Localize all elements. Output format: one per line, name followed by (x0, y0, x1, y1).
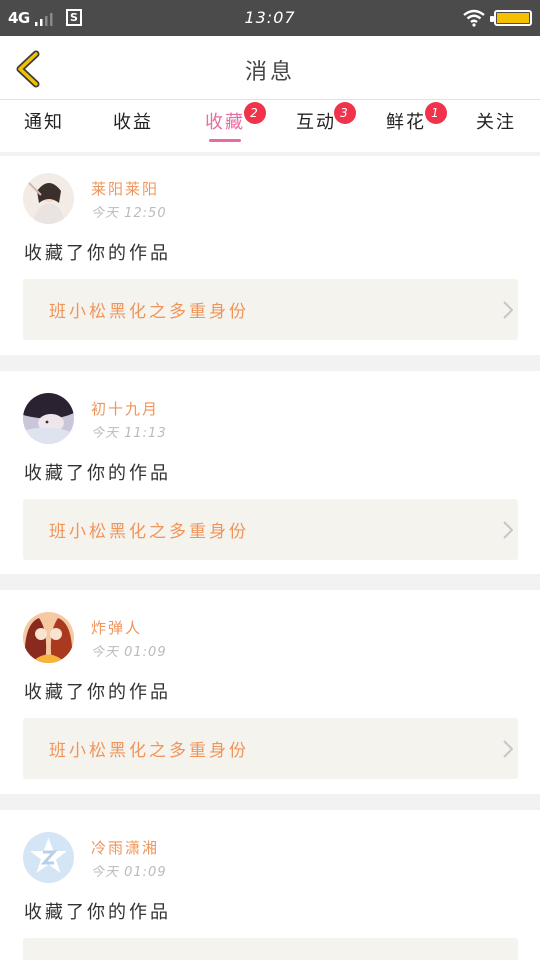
tab-label: 收藏 (205, 112, 245, 133)
message-card: 初十九月 今天 11:13 收藏了你的作品 班小松黑化之多重身份 (0, 371, 540, 574)
tab-label: 关注 (476, 112, 516, 133)
status-bar: 4G S 13:07 (0, 0, 540, 36)
tab-bar: 通知 收益 收藏 2 互动 3 鲜花 1 关注 (0, 100, 540, 152)
username[interactable]: 初十九月 (91, 398, 159, 419)
tab-interactions[interactable]: 互动 3 (296, 102, 356, 134)
tab-badge: 1 (425, 102, 447, 124)
tab-badge: 2 (244, 102, 266, 124)
tab-label: 收益 (113, 112, 153, 133)
work-link[interactable] (23, 938, 518, 960)
tab-badge: 3 (334, 102, 356, 124)
username[interactable]: 冷雨潇湘 (91, 837, 159, 858)
chevron-right-icon (503, 740, 513, 758)
avatar[interactable] (23, 612, 74, 663)
work-title: 班小松黑化之多重身份 (49, 302, 249, 322)
message-card: 莱阳莱阳 今天 12:50 收藏了你的作品 班小松黑化之多重身份 (0, 156, 540, 355)
wifi-icon (463, 9, 485, 27)
avatar[interactable] (23, 393, 74, 444)
timestamp: 今天 01:09 (91, 645, 167, 660)
message-card: 冷雨潇湘 今天 01:09 收藏了你的作品 (0, 810, 540, 960)
clock: 13:07 (244, 8, 296, 27)
work-title: 班小松黑化之多重身份 (49, 741, 249, 761)
action-text: 收藏了你的作品 (24, 243, 171, 264)
tab-notifications[interactable]: 通知 (24, 108, 64, 134)
username[interactable]: 炸弹人 (91, 617, 142, 638)
tab-following[interactable]: 关注 (476, 108, 516, 134)
active-tab-indicator (209, 139, 241, 142)
avatar[interactable] (23, 173, 74, 224)
timestamp: 今天 01:09 (91, 865, 167, 880)
timestamp: 今天 11:13 (91, 426, 167, 441)
chevron-right-icon (503, 301, 513, 319)
chevron-right-icon (503, 521, 513, 539)
work-title: 班小松黑化之多重身份 (49, 522, 249, 542)
username[interactable]: 莱阳莱阳 (91, 178, 159, 199)
tab-earnings[interactable]: 收益 (113, 108, 153, 134)
avatar[interactable] (23, 832, 74, 883)
tab-flowers[interactable]: 鲜花 1 (386, 102, 447, 134)
timestamp: 今天 12:50 (91, 206, 167, 221)
work-link[interactable]: 班小松黑化之多重身份 (23, 499, 518, 560)
page-title: 消息 (244, 60, 295, 85)
title-bar: 消息 (0, 36, 540, 100)
tab-label: 通知 (24, 112, 64, 133)
action-text: 收藏了你的作品 (24, 463, 171, 484)
tab-label: 鲜花 (386, 112, 426, 133)
tab-favorites[interactable]: 收藏 2 (205, 102, 266, 142)
battery-icon (490, 10, 532, 26)
message-card: 炸弹人 今天 01:09 收藏了你的作品 班小松黑化之多重身份 (0, 590, 540, 794)
work-link[interactable]: 班小松黑化之多重身份 (23, 718, 518, 779)
action-text: 收藏了你的作品 (24, 682, 171, 703)
action-text: 收藏了你的作品 (24, 902, 171, 923)
tab-label: 互动 (296, 112, 336, 133)
battery-fill (497, 13, 529, 23)
work-link[interactable]: 班小松黑化之多重身份 (23, 279, 518, 340)
